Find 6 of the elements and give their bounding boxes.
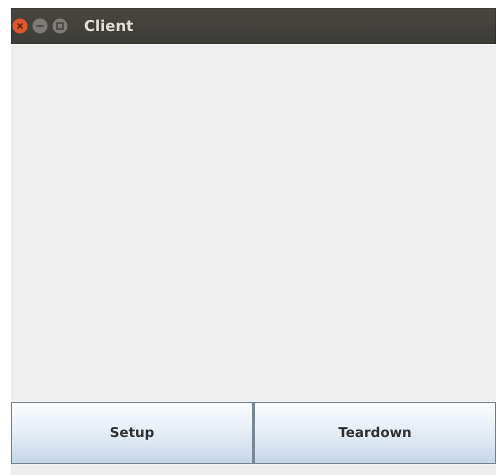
window-title: Client [84, 17, 134, 35]
close-icon[interactable] [12, 18, 28, 34]
minimize-icon[interactable] [32, 18, 48, 34]
maximize-icon[interactable] [52, 18, 68, 34]
action-button[interactable]: Teardown [253, 402, 496, 464]
action-button[interactable]: Setup [11, 402, 253, 464]
